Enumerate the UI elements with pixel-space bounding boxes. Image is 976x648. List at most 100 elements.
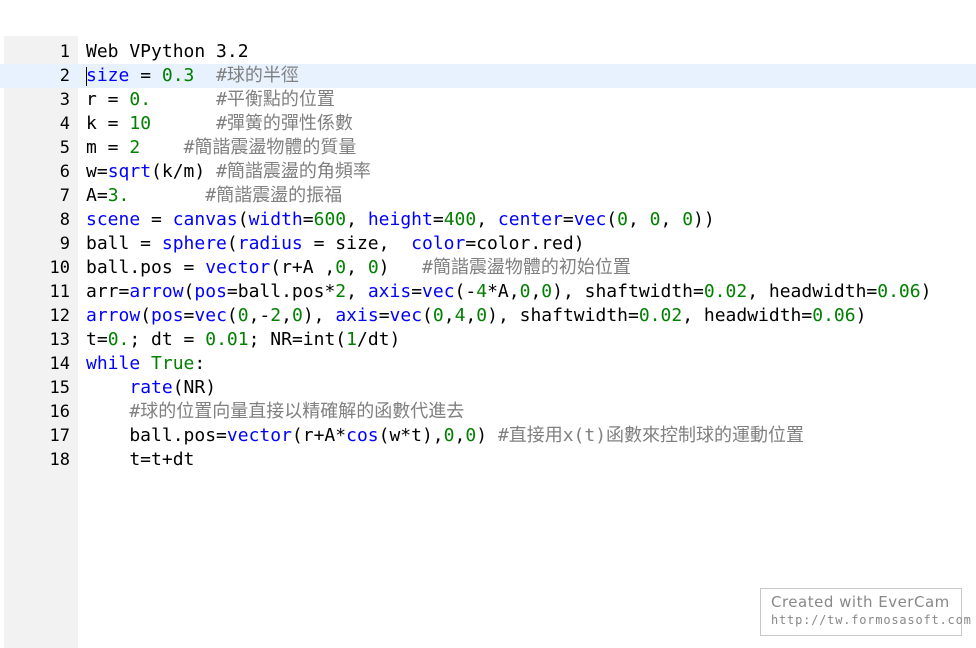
code-token: Web VPython 3.2 <box>86 41 249 62</box>
code-token: = <box>465 233 477 254</box>
code-token: (k/m) <box>151 161 217 182</box>
line-number: 18 <box>49 450 70 470</box>
code-token: 0.02 <box>638 305 683 326</box>
code-line[interactable]: 9 ball = sphere(radius = size, color=colo… <box>0 232 976 256</box>
code-line[interactable]: 4 k = 10 #彈簧的彈性係數 <box>0 112 976 136</box>
code-token: 0. <box>107 329 130 350</box>
evercam-watermark: Created with EverCam http://tw.formosaso… <box>760 588 971 636</box>
code-token: /dt) <box>356 329 401 350</box>
code-token: #彈簧的彈性係數 <box>216 113 353 134</box>
code-line[interactable]: 8 scene = canvas(width=600, height=400, c… <box>0 208 976 232</box>
code-token: k = <box>86 113 130 134</box>
code-text[interactable]: m = 2 #簡諧震盪物體的質量 <box>86 136 356 160</box>
code-token: radius <box>237 233 303 254</box>
code-token: height <box>367 209 433 230</box>
code-line[interactable]: 18 t=t+dt <box>0 448 976 472</box>
code-token: scene <box>86 209 141 230</box>
code-token: 0 <box>617 209 628 230</box>
line-number: 10 <box>49 258 70 278</box>
code-line[interactable]: 15 rate(NR) <box>0 376 976 400</box>
code-token: w= <box>86 161 108 182</box>
code-token: m = <box>86 137 130 158</box>
code-text[interactable]: k = 10 #彈簧的彈性係數 <box>86 112 353 136</box>
code-text[interactable]: #球的位置向量直接以精確解的函數代進去 <box>86 400 464 424</box>
code-token: #簡諧震盪物體的質量 <box>183 137 357 158</box>
code-text[interactable]: size = 0.3 #球的半徑 <box>86 64 299 88</box>
code-line[interactable]: 2 size = 0.3 #球的半徑 <box>0 64 976 88</box>
code-line[interactable]: 14 while True: <box>0 352 976 376</box>
code-token: (NR) <box>172 377 217 398</box>
code-token: , <box>281 305 292 326</box>
code-token: 0 <box>649 209 661 230</box>
code-line[interactable]: 3 r = 0. #平衡點的位置 <box>0 88 976 112</box>
code-text[interactable]: rate(NR) <box>86 376 216 400</box>
code-token: = <box>129 65 162 86</box>
code-token: size <box>86 65 130 86</box>
code-line[interactable]: 5 m = 2 #簡諧震盪物體的質量 <box>0 136 976 160</box>
code-token: ball.pos= <box>86 425 227 446</box>
code-line[interactable]: 13 t=0.; dt = 0.01; NR=int(1/dt) <box>0 328 976 352</box>
code-editor[interactable]: 1 Web VPython 3.2 2 size = 0.3 #球的半徑 3 r = 0.… <box>0 36 976 648</box>
code-token: color <box>411 233 466 254</box>
code-token: 0 <box>465 425 477 446</box>
code-token: pos <box>194 281 227 302</box>
code-text[interactable]: ball.pos=vector(r+A*cos(w*t),0,0) #直接用x(… <box>86 424 804 448</box>
code-token: 3. <box>107 185 130 206</box>
code-token: 0 <box>682 209 694 230</box>
code-token: t=t+dt <box>86 449 195 470</box>
code-token: sqrt <box>107 161 152 182</box>
line-number: 2 <box>59 66 70 86</box>
code-text[interactable]: arr=arrow(pos=ball.pos*2, axis=vec(-4*A,… <box>86 280 931 304</box>
code-token: (- <box>454 281 477 302</box>
code-token: ball = <box>86 233 162 254</box>
code-text[interactable]: arrow(pos=vec(0,-2,0), axis=vec(0,4,0), … <box>86 304 866 328</box>
code-token: vec <box>194 305 227 326</box>
code-line[interactable]: 1 Web VPython 3.2 <box>0 40 976 64</box>
code-token: ), shaftwidth= <box>552 281 704 302</box>
line-number: 13 <box>49 330 70 350</box>
code-token: ( <box>422 305 433 326</box>
code-token: ( <box>226 305 238 326</box>
code-line[interactable]: 6 w=sqrt(k/m) #簡諧震盪的角頻率 <box>0 160 976 184</box>
line-number: 4 <box>59 114 70 134</box>
code-token: color.red) <box>476 233 585 254</box>
code-token: , <box>530 281 542 302</box>
code-lines[interactable]: 1 Web VPython 3.2 2 size = 0.3 #球的半徑 3 r = 0.… <box>0 40 976 472</box>
code-line[interactable]: 10 ball.pos = vector(r+A ,0, 0) #簡諧震盪物體的初… <box>0 256 976 280</box>
code-token: 0 <box>476 305 488 326</box>
code-text[interactable]: Web VPython 3.2 <box>86 40 249 64</box>
code-token: ( <box>183 281 195 302</box>
code-token: 4 <box>454 305 466 326</box>
code-text[interactable]: t=0.; dt = 0.01; NR=int(1/dt) <box>86 328 400 352</box>
code-token: ) <box>855 305 867 326</box>
code-token: = <box>226 281 238 302</box>
code-line[interactable]: 11 arr=arrow(pos=ball.pos*2, axis=vec(-4*… <box>0 280 976 304</box>
code-token: = <box>302 209 314 230</box>
code-token: , <box>346 281 368 302</box>
code-token: 4 <box>476 281 488 302</box>
code-line[interactable]: 17 ball.pos=vector(r+A*cos(w*t),0,0) #直接… <box>0 424 976 448</box>
code-token: 2 <box>270 305 282 326</box>
code-token: (w*t), <box>378 425 444 446</box>
code-text[interactable]: r = 0. #平衡點的位置 <box>86 88 335 112</box>
code-token: 0 <box>367 257 379 278</box>
code-text[interactable]: t=t+dt <box>86 448 194 472</box>
code-text[interactable]: scene = canvas(width=600, height=400, ce… <box>86 208 715 232</box>
code-line[interactable]: 12 arrow(pos=vec(0,-2,0), axis=vec(0,4,0)… <box>0 304 976 328</box>
code-text[interactable]: while True: <box>86 352 205 376</box>
code-token: vector <box>205 257 271 278</box>
code-line[interactable]: 7 A=3. #簡諧震盪的振福 <box>0 184 976 208</box>
code-token: 10 <box>129 113 152 134</box>
line-number: 7 <box>59 186 70 206</box>
code-text[interactable]: A=3. #簡諧震盪的振福 <box>86 184 342 208</box>
code-token: center <box>497 209 563 230</box>
code-text[interactable]: w=sqrt(k/m) #簡諧震盪的角頻率 <box>86 160 371 184</box>
code-token: , <box>476 209 498 230</box>
line-number: 14 <box>49 354 70 374</box>
code-token: #簡諧震盪的角頻率 <box>216 161 371 182</box>
code-text[interactable]: ball.pos = vector(r+A ,0, 0) #簡諧震盪物體的初始位… <box>86 256 631 280</box>
code-text[interactable]: ball = sphere(radius = size, color=color… <box>86 232 585 256</box>
code-line[interactable]: 16 #球的位置向量直接以精確解的函數代進去 <box>0 400 976 424</box>
